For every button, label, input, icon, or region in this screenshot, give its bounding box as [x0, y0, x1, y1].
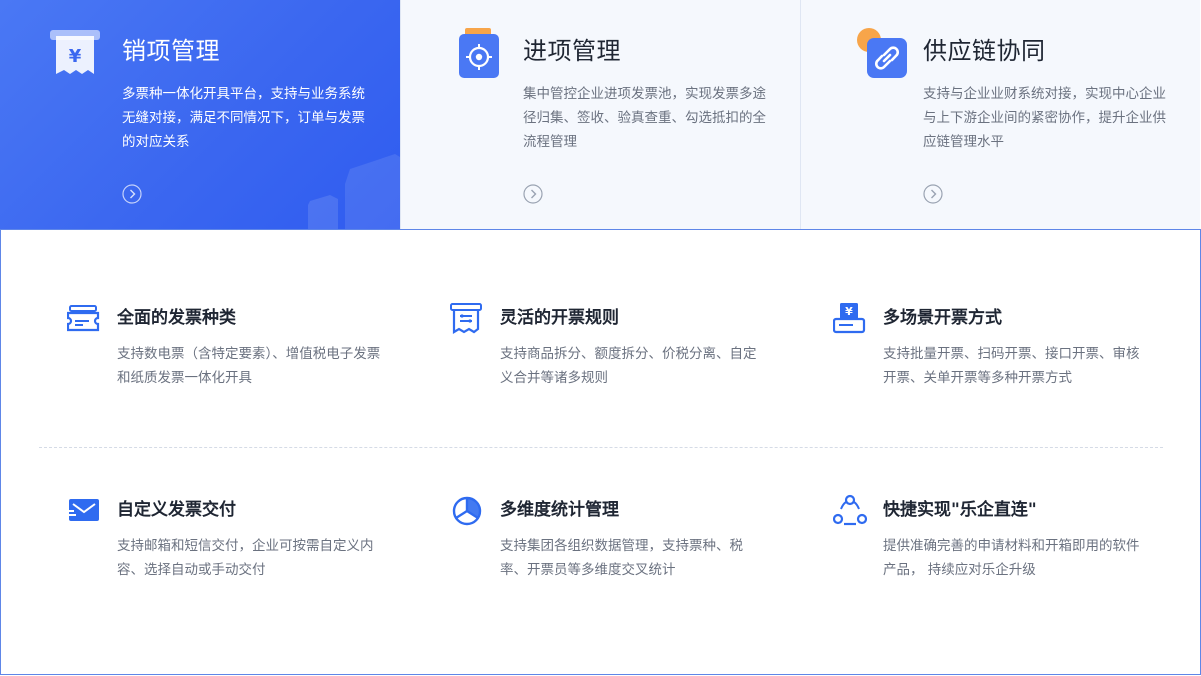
tab-title: 销项管理 — [122, 37, 220, 65]
feature-title: 多维度统计管理 — [500, 500, 619, 520]
feature-description: 支持邮箱和短信交付，企业可按需自定义内容、选择自动或手动交付 — [117, 538, 374, 578]
dashed-divider — [39, 447, 1163, 448]
feature-title: 快捷实现"乐企直连" — [883, 500, 1037, 520]
product-tabs: ¥ 销项管理 多票种一体化开具平台，支持与业务系统无缝对接，满足不同情况下，订单… — [0, 0, 1201, 229]
feature-description: 支持数电票（含特定要素）、增值税电子发票和纸质发票一体化开具 — [117, 346, 381, 386]
arrow-right-circle-icon[interactable] — [923, 184, 943, 204]
printer-yen-icon: ¥ — [833, 303, 866, 334]
tab-title: 供应链协同 — [923, 37, 1046, 65]
tab-supply-chain[interactable]: 供应链协同 支持与企业业财系统对接，实现中心企业与上下游企业间的紧密协作，提升企… — [800, 0, 1200, 229]
svg-text:¥: ¥ — [845, 305, 853, 318]
tab-description: 集中管控企业进项发票池，实现发票多途径归集、签收、验真查重、勾选抵扣的全流程管理 — [523, 86, 766, 150]
feature-title: 灵活的开票规则 — [500, 308, 619, 328]
feature-title: 自定义发票交付 — [117, 500, 236, 520]
rules-receipt-icon — [450, 303, 482, 334]
feature-title: 全面的发票种类 — [117, 308, 236, 328]
tab-input-management[interactable]: 进项管理 集中管控企业进项发票池，实现发票多途径归集、签收、验真查重、勾选抵扣的… — [400, 0, 800, 229]
feature-description: 支持批量开票、扫码开票、接口开票、审核开票、关单开票等多种开票方式 — [883, 346, 1140, 386]
pie-chart-icon — [452, 496, 482, 526]
arrow-right-circle-icon[interactable] — [122, 184, 142, 204]
link-icon — [857, 28, 907, 78]
target-file-icon — [459, 28, 499, 78]
feature-description: 支持商品拆分、额度拆分、价税分离、自定义合并等诸多规则 — [500, 346, 757, 386]
feature-description: 支持集团各组织数据管理，支持票种、税率、开票员等多维度交叉统计 — [500, 538, 743, 578]
feature-description: 提供准确完善的申请材料和开箱即用的软件产品， 持续应对乐企升级 — [883, 538, 1140, 578]
tab-description: 支持与企业业财系统对接，实现中心企业与上下游企业间的紧密协作，提升企业供应链管理… — [923, 86, 1166, 150]
feature-title: 多场景开票方式 — [883, 308, 1002, 328]
network-nodes-icon — [833, 494, 867, 526]
tab-sales-management[interactable]: ¥ 销项管理 多票种一体化开具平台，支持与业务系统无缝对接，满足不同情况下，订单… — [0, 0, 400, 229]
tab-description: 多票种一体化开具平台，支持与业务系统无缝对接，满足不同情况下，订单与发票的对应关… — [122, 86, 365, 150]
arrow-right-circle-icon[interactable] — [523, 184, 543, 204]
ticket-icon — [67, 305, 100, 332]
feature-panel: 全面的发票种类 支持数电票（含特定要素）、增值税电子发票和纸质发票一体化开具 灵… — [0, 229, 1201, 675]
receipt-yen-icon: ¥ — [50, 30, 100, 74]
mail-icon — [67, 499, 99, 521]
tab-title: 进项管理 — [523, 37, 621, 65]
svg-text:¥: ¥ — [69, 46, 82, 67]
